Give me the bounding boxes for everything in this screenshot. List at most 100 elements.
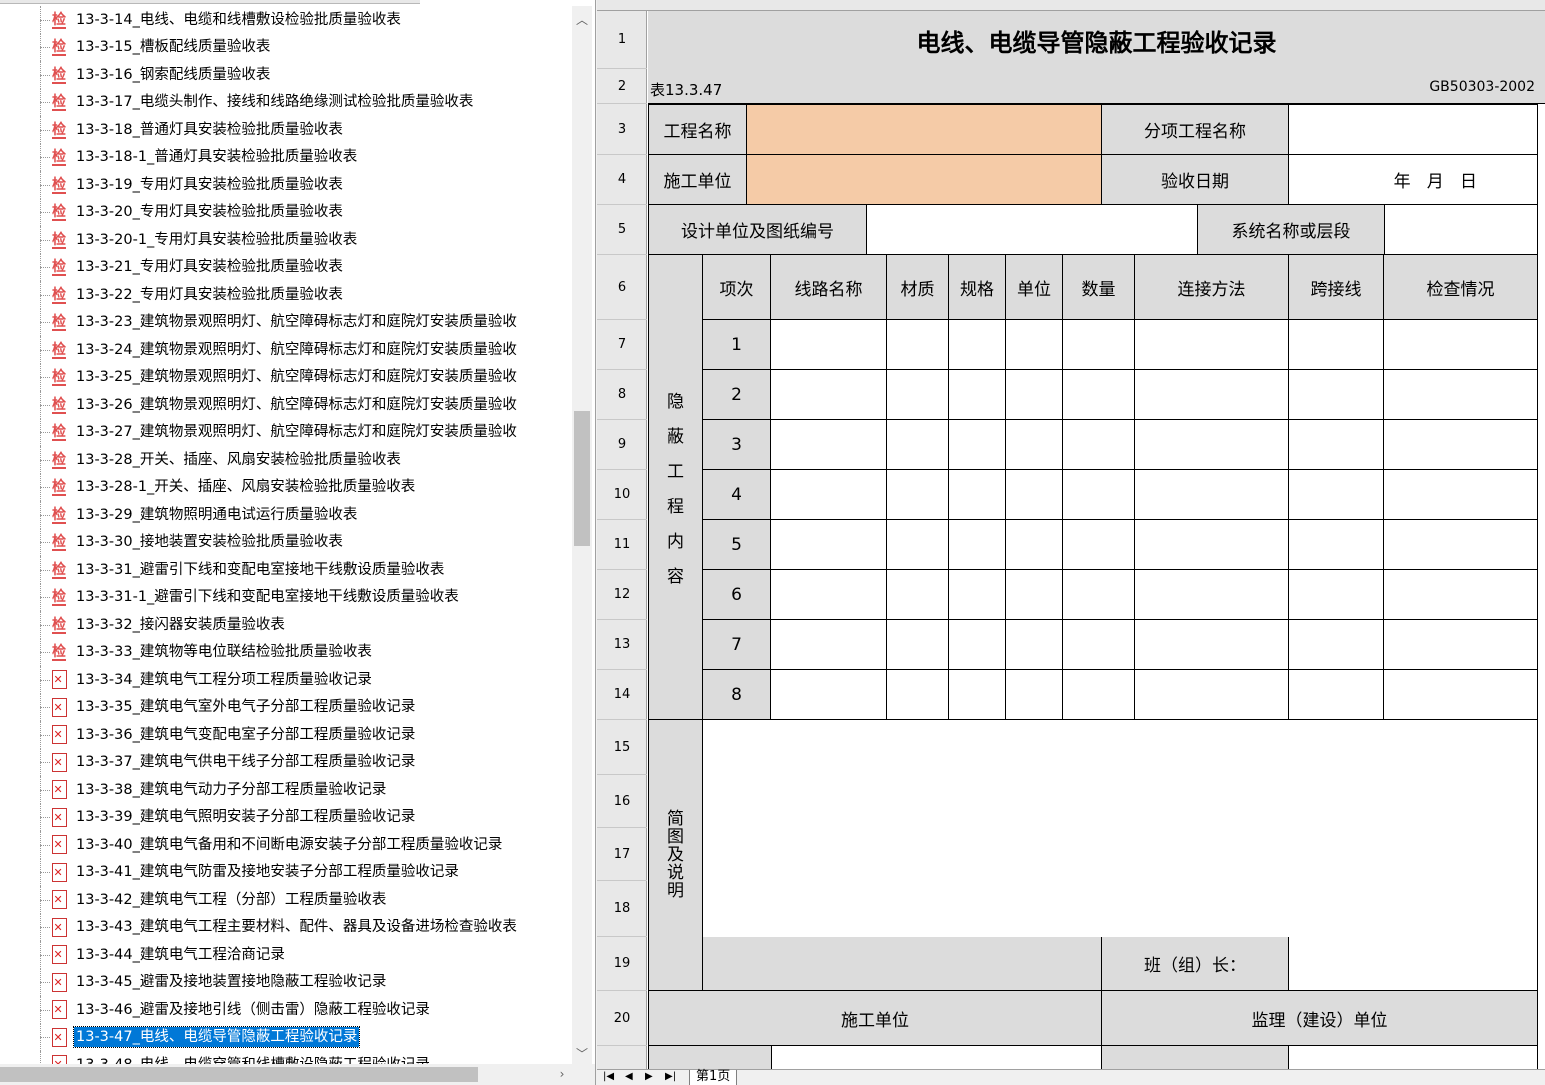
item-cell[interactable]: [949, 570, 1006, 620]
item-cell[interactable]: [887, 620, 949, 670]
item-cell[interactable]: [949, 370, 1006, 420]
scroll-up-arrow-icon[interactable]: ︿: [572, 10, 592, 30]
item-cell[interactable]: [771, 620, 887, 670]
item-cell[interactable]: [949, 420, 1006, 470]
tree-item[interactable]: 13-3-37_建筑电气供电干线子分部工程质量验收记录: [0, 748, 572, 776]
row-number[interactable]: 20: [597, 991, 647, 1046]
item-cell[interactable]: [1063, 670, 1135, 720]
tree-item[interactable]: 13-3-48_电线、电缆穿管和线槽敷设隐蔽工程验收记录: [0, 1051, 572, 1064]
tree-item[interactable]: 检 13-3-16_钢索配线质量验收表: [0, 61, 572, 89]
item-cell[interactable]: [1135, 320, 1289, 370]
tree-item[interactable]: 检 13-3-18-1_普通灯具安装检验批质量验收表: [0, 143, 572, 171]
item-cell[interactable]: [771, 670, 887, 720]
item-cell[interactable]: [1384, 420, 1538, 470]
tree-item[interactable]: 检 13-3-17_电缆头制作、接线和线路绝缘测试检验批质量验收表: [0, 88, 572, 116]
item-cell[interactable]: [949, 670, 1006, 720]
tree-item[interactable]: 检 13-3-29_建筑物照明通电试运行质量验收表: [0, 501, 572, 529]
item-cell[interactable]: [1289, 520, 1384, 570]
tree-item[interactable]: 检 13-3-19_专用灯具安装检验批质量验收表: [0, 171, 572, 199]
item-cell[interactable]: [949, 320, 1006, 370]
sub-project-input[interactable]: [1289, 104, 1538, 155]
row-number[interactable]: 3: [597, 104, 647, 155]
row-number[interactable]: 15: [597, 720, 647, 775]
tree-item[interactable]: 检 13-3-20_专用灯具安装检验批质量验收表: [0, 198, 572, 226]
item-cell[interactable]: [1063, 520, 1135, 570]
tree-item[interactable]: 检 13-3-22_专用灯具安装检验批质量验收表: [0, 281, 572, 309]
row-number[interactable]: 9: [597, 420, 647, 470]
row-number[interactable]: 12: [597, 570, 647, 620]
row-number[interactable]: 5: [597, 205, 647, 255]
tab-sheet-1[interactable]: 第1页: [689, 1070, 738, 1085]
row-number[interactable]: 13: [597, 620, 647, 670]
item-cell[interactable]: [1135, 370, 1289, 420]
tree-item[interactable]: 13-3-44_建筑电气工程洽商记录: [0, 941, 572, 969]
row-number[interactable]: 19: [597, 937, 647, 991]
tree-item[interactable]: 检 13-3-25_建筑物景观照明灯、航空障碍标志灯和庭院灯安装质量验收: [0, 363, 572, 391]
last-sheet-icon[interactable]: ▶|: [665, 1071, 676, 1082]
tree-item[interactable]: 检 13-3-30_接地装置安装检验批质量验收表: [0, 528, 572, 556]
tree-item[interactable]: 13-3-42_建筑电气工程（分部）工程质量验收表: [0, 886, 572, 914]
row-number[interactable]: 8: [597, 370, 647, 420]
item-cell[interactable]: [1135, 620, 1289, 670]
tree-horizontal-scrollbar[interactable]: ›: [0, 1064, 595, 1085]
tree-item[interactable]: 13-3-36_建筑电气变配电室子分部工程质量验收记录: [0, 721, 572, 749]
row-number[interactable]: 14: [597, 670, 647, 720]
scroll-right-arrow-icon[interactable]: ›: [552, 1064, 572, 1085]
item-cell[interactable]: [1384, 520, 1538, 570]
item-cell[interactable]: [771, 470, 887, 520]
row-number[interactable]: 18: [597, 881, 647, 937]
team-leader-input[interactable]: [1289, 937, 1538, 991]
item-cell[interactable]: [949, 620, 1006, 670]
first-sheet-icon[interactable]: |◀: [603, 1071, 614, 1082]
item-cell[interactable]: [1289, 620, 1384, 670]
tree-item[interactable]: 13-3-34_建筑电气工程分项工程质量验收记录: [0, 666, 572, 694]
row-number[interactable]: 2: [597, 69, 647, 104]
item-cell[interactable]: [1063, 370, 1135, 420]
item-cell[interactable]: [1063, 620, 1135, 670]
item-cell[interactable]: [1289, 470, 1384, 520]
item-cell[interactable]: [1135, 570, 1289, 620]
acceptance-date-input[interactable]: 年 月 日: [1289, 155, 1538, 205]
tree-item[interactable]: 检 13-3-33_建筑物等电位联结检验批质量验收表: [0, 638, 572, 666]
next-sheet-icon[interactable]: ▶: [645, 1071, 653, 1082]
contractor-input[interactable]: [747, 155, 1102, 205]
item-cell[interactable]: [1289, 570, 1384, 620]
item-cell[interactable]: [1384, 570, 1538, 620]
item-cell[interactable]: [887, 670, 949, 720]
item-cell[interactable]: [1006, 520, 1063, 570]
item-cell[interactable]: [887, 470, 949, 520]
item-cell[interactable]: [1289, 420, 1384, 470]
item-cell[interactable]: [1135, 520, 1289, 570]
tree-item[interactable]: 13-3-43_建筑电气工程主要材料、配件、器具及设备进场检查验收表: [0, 913, 572, 941]
tree-item[interactable]: 检 13-3-14_电线、电缆和线槽敷设检验批质量验收表: [0, 6, 572, 34]
item-cell[interactable]: [887, 370, 949, 420]
tree-item[interactable]: 13-3-47_电线、电缆导管隐蔽工程验收记录: [0, 1023, 572, 1051]
sketch-area[interactable]: [703, 720, 1538, 937]
item-cell[interactable]: [887, 320, 949, 370]
item-cell[interactable]: [949, 470, 1006, 520]
tree-item[interactable]: 检 13-3-32_接闪器安装质量验收表: [0, 611, 572, 639]
item-cell[interactable]: [887, 520, 949, 570]
item-cell[interactable]: [771, 520, 887, 570]
item-cell[interactable]: [1063, 320, 1135, 370]
tree-item[interactable]: 检 13-3-27_建筑物景观照明灯、航空障碍标志灯和庭院灯安装质量验收: [0, 418, 572, 446]
item-cell[interactable]: [1384, 670, 1538, 720]
item-cell[interactable]: [1006, 470, 1063, 520]
tree-item[interactable]: 13-3-39_建筑电气照明安装子分部工程质量验收记录: [0, 803, 572, 831]
tree-item[interactable]: 检 13-3-24_建筑物景观照明灯、航空障碍标志灯和庭院灯安装质量验收: [0, 336, 572, 364]
tree-item[interactable]: 13-3-38_建筑电气动力子分部工程质量验收记录: [0, 776, 572, 804]
item-cell[interactable]: [887, 420, 949, 470]
row-number[interactable]: 7: [597, 320, 647, 370]
item-cell[interactable]: [1135, 670, 1289, 720]
item-cell[interactable]: [1384, 620, 1538, 670]
item-cell[interactable]: [771, 570, 887, 620]
item-cell[interactable]: [949, 520, 1006, 570]
item-cell[interactable]: [1384, 320, 1538, 370]
system-input[interactable]: [1385, 205, 1538, 255]
scroll-thumb[interactable]: [574, 411, 590, 546]
item-cell[interactable]: [1289, 670, 1384, 720]
item-cell[interactable]: [1006, 320, 1063, 370]
tree-vertical-scrollbar[interactable]: ︿ ﹀: [572, 6, 592, 1064]
tree-item[interactable]: 检 13-3-15_槽板配线质量验收表: [0, 33, 572, 61]
item-cell[interactable]: [1063, 470, 1135, 520]
